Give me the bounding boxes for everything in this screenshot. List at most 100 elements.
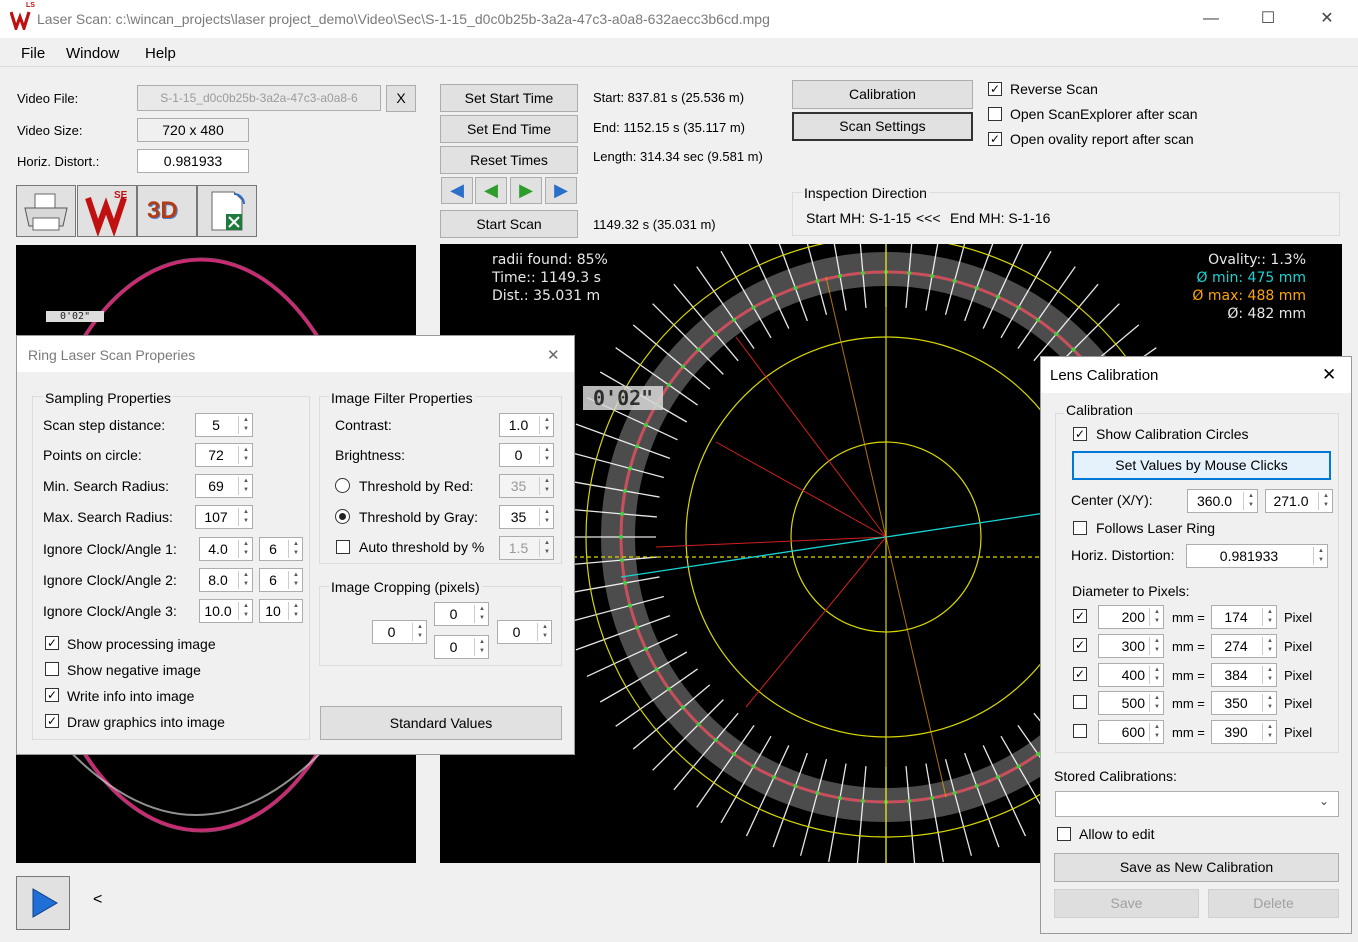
set-end-time-button[interactable]: Set End Time — [440, 115, 578, 143]
draw-graphics-checkbox[interactable]: ✓ — [45, 714, 59, 728]
crop-bottom-input[interactable]: 0 ▲ ▼ — [434, 635, 489, 659]
threshold-gray-input[interactable]: 35 ▲ ▼ — [499, 505, 554, 529]
crop-top-input[interactable]: 0 ▲ ▼ — [434, 602, 489, 626]
calibration-row-checkbox[interactable]: ✓ — [1073, 638, 1087, 652]
save-calibration-button[interactable]: Save — [1054, 889, 1199, 918]
ignore-angle-2-width-input[interactable]: 6 ▲ ▼ — [259, 568, 303, 592]
threshold-red-input[interactable]: 35 ▲ ▼ — [499, 474, 554, 498]
calibration-mm-input[interactable]: 400 ▲ ▼ — [1098, 663, 1164, 687]
play-button[interactable] — [16, 876, 70, 930]
open-scanexplorer-checkbox[interactable] — [988, 107, 1002, 121]
max-search-radius-input[interactable]: 107 ▲ ▼ — [195, 505, 253, 529]
ring-point — [772, 775, 777, 780]
show-circles-label: Show Calibration Circles — [1096, 426, 1249, 442]
step-forward-button[interactable]: ▶ — [510, 177, 542, 204]
start-scan-button[interactable]: Start Scan — [440, 210, 578, 238]
radii-found-text: radii found: 85% — [492, 252, 608, 268]
collapse-panel-button[interactable]: < — [93, 891, 102, 909]
calibration-button[interactable]: Calibration — [792, 80, 973, 109]
lens-dialog-close-button[interactable]: ✕ — [1322, 365, 1336, 385]
horiz-distort-label: Horiz. Distort.: — [17, 154, 100, 169]
ring-dialog-close-button[interactable]: ✕ — [547, 346, 560, 364]
fast-forward-button[interactable]: ▶ — [545, 177, 577, 204]
calibration-mm-input[interactable]: 500 ▲ ▼ — [1098, 691, 1164, 715]
center-y-input[interactable]: 271.0 ▲ ▼ — [1265, 489, 1333, 513]
crop-left-input[interactable]: 0 ▲ ▼ — [372, 620, 427, 644]
stored-calibrations-select[interactable] — [1055, 791, 1339, 817]
min-search-radius-input[interactable]: 69 ▲ ▼ — [195, 474, 253, 498]
show-negative-image-checkbox[interactable] — [45, 662, 59, 676]
video-size-label: Video Size: — [17, 123, 83, 138]
open-ovality-report-label: Open ovality report after scan — [1010, 131, 1194, 147]
auto-threshold-input[interactable]: 1.5 ▲ ▼ — [499, 536, 554, 560]
calibration-pixel-input[interactable]: 390 ▲ ▼ — [1211, 720, 1277, 744]
horiz-distort-field[interactable]: 0.981933 — [137, 149, 249, 173]
open-ovality-report-checkbox[interactable]: ✓ — [988, 132, 1002, 146]
calibration-pixel-input[interactable]: 174 ▲ ▼ — [1211, 605, 1277, 629]
menu-file[interactable]: File — [21, 45, 45, 62]
points-on-circle-input[interactable]: 72 ▲ ▼ — [195, 443, 253, 467]
calibration-row-checkbox[interactable]: ✓ — [1073, 609, 1087, 623]
set-start-time-button[interactable]: Set Start Time — [440, 84, 578, 112]
length-info: Length: 314.34 sec (9.581 m) — [593, 149, 763, 164]
threshold-red-radio[interactable] — [335, 478, 350, 493]
minimize-button[interactable]: — — [1199, 8, 1223, 30]
ignore-angle-3-width-input[interactable]: 10 ▲ ▼ — [259, 599, 303, 623]
horiz-distortion-input[interactable]: 0.981933 ▲ ▼ — [1186, 544, 1328, 568]
standard-values-button[interactable]: Standard Values — [320, 706, 562, 740]
reverse-scan-checkbox[interactable]: ✓ — [988, 82, 1002, 96]
calibration-pixel-input[interactable]: 384 ▲ ▼ — [1211, 663, 1277, 687]
crop-right-input[interactable]: 0 ▲ ▼ — [497, 620, 552, 644]
set-values-by-clicks-button[interactable]: Set Values by Mouse Clicks — [1072, 451, 1331, 480]
save-new-calibration-button[interactable]: Save as New Calibration — [1054, 853, 1339, 882]
scan-settings-button[interactable]: Scan Settings — [792, 112, 973, 141]
show-circles-checkbox[interactable]: ✓ — [1073, 427, 1087, 441]
ignore-angle-1-width-input[interactable]: 6 ▲ ▼ — [259, 537, 303, 561]
reset-times-button[interactable]: Reset Times — [440, 146, 578, 174]
calibration-pixel-input[interactable]: 350 ▲ ▼ — [1211, 691, 1277, 715]
wincan-se-button[interactable]: SE — [77, 185, 137, 238]
calibration-mm-unit: mm = — [1172, 668, 1205, 683]
video-size-field: 720 x 480 — [137, 118, 249, 142]
calibration-pixel-input[interactable]: 274 ▲ ▼ — [1211, 634, 1277, 658]
step-back-button[interactable]: ◀ — [475, 177, 507, 204]
video-file-field[interactable]: S-1-15_d0c0b25b-3a2a-47c3-a0a8-6 — [137, 85, 381, 111]
calibration-mm-input[interactable]: 300 ▲ ▼ — [1098, 634, 1164, 658]
calibration-row-checkbox[interactable] — [1073, 695, 1087, 709]
close-button[interactable]: ✕ — [1315, 8, 1339, 30]
menu-help[interactable]: Help — [145, 45, 176, 62]
menu-window[interactable]: Window — [66, 45, 119, 62]
diameter-line — [715, 441, 887, 538]
ring-point — [1016, 305, 1021, 310]
chevron-down-icon: ⌄ — [1319, 794, 1330, 808]
show-processing-image-checkbox[interactable]: ✓ — [45, 636, 59, 650]
brightness-input[interactable]: 0 ▲ ▼ — [499, 443, 554, 467]
ignore-angle-1-clock-input[interactable]: 4.0 ▲ ▼ — [199, 537, 253, 561]
export-excel-button[interactable] — [197, 185, 257, 237]
center-x-input[interactable]: 360.0 ▲ ▼ — [1187, 489, 1258, 513]
fast-rewind-button[interactable]: ◀ — [441, 177, 473, 204]
contrast-input[interactable]: 1.0 ▲ ▼ — [499, 413, 554, 437]
write-info-checkbox[interactable]: ✓ — [45, 688, 59, 702]
ring-point — [952, 790, 957, 795]
calibration-row-checkbox[interactable]: ✓ — [1073, 667, 1087, 681]
delete-calibration-button[interactable]: Delete — [1208, 889, 1339, 918]
start-time-info: Start: 837.81 s (25.536 m) — [593, 90, 745, 105]
threshold-gray-radio[interactable] — [335, 509, 350, 524]
print-button[interactable] — [16, 185, 76, 237]
clear-video-button[interactable]: X — [386, 85, 416, 112]
calibration-mm-input[interactable]: 600 ▲ ▼ — [1098, 720, 1164, 744]
min-diameter-text: Ø min: 475 mm — [1196, 270, 1306, 286]
calibration-mm-input[interactable]: 200 ▲ ▼ — [1098, 605, 1164, 629]
auto-threshold-checkbox[interactable] — [336, 540, 350, 554]
calibration-pixel-unit: Pixel — [1284, 610, 1313, 625]
maximize-button[interactable]: ☐ — [1256, 8, 1280, 30]
ignore-angle-2-clock-input[interactable]: 8.0 ▲ ▼ — [199, 568, 253, 592]
calibration-row-checkbox[interactable] — [1073, 724, 1087, 738]
scan-step-input[interactable]: 5 ▲ ▼ — [195, 413, 253, 437]
ring-point — [643, 423, 648, 428]
allow-edit-checkbox[interactable] — [1057, 827, 1071, 841]
ignore-angle-3-clock-input[interactable]: 10.0 ▲ ▼ — [199, 599, 253, 623]
follows-laser-ring-checkbox[interactable] — [1073, 521, 1087, 535]
3d-view-button[interactable]: 3D — [137, 185, 197, 237]
